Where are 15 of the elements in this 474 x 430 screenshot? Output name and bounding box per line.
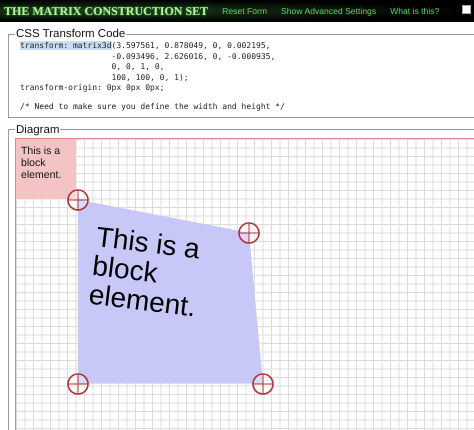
- panel-legend: CSS Transform Code: [15, 28, 126, 40]
- transformed-block: This is a block element.: [78, 200, 263, 384]
- code-comment: /* Need to make sure you define the width and height */: [20, 102, 286, 113]
- checkbox[interactable]: [462, 5, 471, 14]
- nav-link[interactable]: What is this?: [390, 6, 440, 16]
- panel-legend: Diagram: [15, 124, 60, 136]
- corner-handle[interactable]: [252, 372, 274, 395]
- nav-link[interactable]: Reset Form: [222, 6, 268, 16]
- corner-handle[interactable]: [67, 188, 89, 211]
- corner-handle[interactable]: [238, 222, 260, 244]
- app-title: THE MATRIX CONSTRUCTION SET: [4, 4, 208, 18]
- corner-handle[interactable]: [67, 372, 89, 395]
- nav-link[interactable]: Show Advanced Settings: [281, 6, 376, 16]
- code-block: transform: matrix3d(3.597561, 0.878049, 0, 0.002195, -0.093496, 2.626016, 0, -0.000935, 0, 0, 1, 0, 100, 100, 0, 1); transform-origin: 0px 0px 0px;: [20, 41, 474, 94]
- original-block: This is a block element.: [16, 138, 76, 199]
